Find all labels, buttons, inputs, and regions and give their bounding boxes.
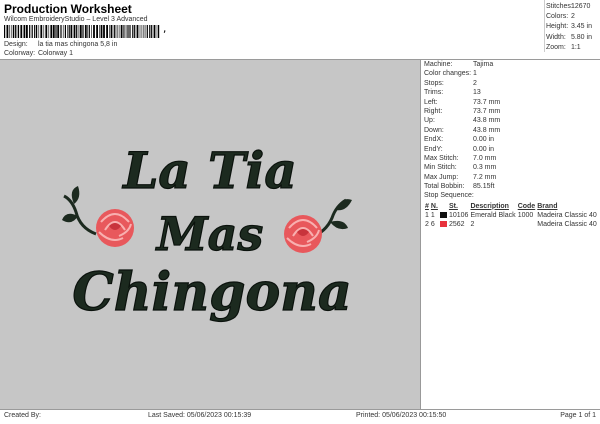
col-header: Code	[517, 202, 536, 210]
stat-zoom: Zoom: 1:1	[546, 43, 581, 51]
cell-description: 2	[470, 220, 475, 228]
barcode-text: ,	[162, 25, 168, 35]
color-swatch	[439, 212, 447, 219]
col-header: N.	[430, 202, 438, 210]
design-value: la tia mas chingona 5,8 in	[37, 41, 118, 48]
colorway-row: Colorway: Colorway 1	[4, 50, 73, 57]
col-header	[439, 202, 448, 211]
info-total-bobbin: Total Bobbin: 85.15ft	[424, 183, 495, 191]
colorway-label: Colorway:	[4, 50, 36, 57]
cell-code: 1000	[517, 211, 534, 219]
stat-colors: Colors: 2	[546, 13, 575, 21]
cell-stitches: 2562	[448, 220, 465, 228]
colorway-value: Colorway 1	[37, 50, 73, 57]
info-stops: Stops: 2	[424, 79, 477, 87]
cell-brand: Madeira Classic 40	[537, 211, 597, 219]
color-swatch	[439, 221, 447, 228]
stats-divider	[544, 0, 545, 52]
barcode-icon	[4, 25, 160, 38]
right-rose-icon	[283, 214, 323, 254]
design-row: Design: la tia mas chingona 5,8 in	[4, 41, 117, 48]
embroidery-design: La Tia Mas Chingona	[62, 140, 352, 324]
info-up: Up: 43.8 mm	[424, 117, 501, 125]
footer-created-by: Created By:	[4, 412, 41, 419]
cell-brand: Madeira Classic 40	[537, 220, 597, 228]
left-rose-icon	[95, 208, 135, 248]
cell-swatch	[439, 211, 448, 220]
page-title: Production Worksheet	[4, 2, 132, 16]
info-panel: Machine: Tajima Color changes: 1 Stops: 2 T…	[424, 60, 600, 229]
cell-code	[517, 220, 537, 229]
stop-sequence-title: Stop Sequence:	[424, 192, 474, 200]
footer-divider	[0, 409, 600, 410]
stat-width: Width: 5.80 in	[546, 33, 592, 41]
cell-n: 1	[430, 211, 435, 219]
info-min-stitch: Min Stitch: 0.3 mm	[424, 164, 497, 172]
cell-swatch	[439, 220, 448, 229]
stats-panel: Stitches: 12670 Colors: 2 Height: 3.45 i…	[546, 2, 592, 53]
footer-last-saved: Last Saved: 05/06/2023 00:15:39	[148, 412, 252, 419]
table-row: 2 6 2562 2 Madeira Classic 40	[424, 220, 598, 229]
design-line-1: La Tia	[121, 141, 297, 200]
info-machine: Machine: Tajima	[424, 61, 494, 68]
info-right: Right: 73.7 mm	[424, 107, 501, 115]
cell-n: 6	[430, 220, 435, 228]
table-header-row: # N. St. Description Code Brand	[424, 202, 598, 211]
info-down: Down: 43.8 mm	[424, 126, 501, 134]
col-header: Brand	[537, 202, 558, 210]
info-max-jump: Max Jump: 7.2 mm	[424, 173, 497, 181]
info-endy: EndY: 0.00 in	[424, 145, 495, 153]
footer-page: Page 1 of 1	[560, 412, 596, 419]
stat-height: Height: 3.45 in	[546, 23, 592, 31]
left-stem-icon	[62, 186, 97, 236]
software-name: Wilcom EmbroideryStudio – Level 3 Advanc…	[4, 16, 148, 23]
cell-description: Emerald Black	[470, 211, 516, 219]
design-label: Design:	[4, 41, 28, 48]
info-color-changes: Color changes: 1	[424, 70, 477, 78]
design-preview: La Tia Mas Chingona	[0, 60, 421, 409]
stop-sequence-table: # N. St. Description Code Brand 1 1 1010…	[424, 202, 598, 229]
info-max-stitch: Max Stitch: 7.0 mm	[424, 154, 497, 162]
info-trims: Trims: 13	[424, 89, 481, 97]
table-row: 1 1 10106 Emerald Black 1000 Madeira Cla…	[424, 211, 598, 220]
cell-stitches: 10106	[448, 211, 469, 219]
design-line-2: Mas	[155, 207, 264, 261]
info-left: Left: 73.7 mm	[424, 98, 501, 106]
design-line-3: Chingona	[72, 262, 351, 323]
stat-stitches: Stitches: 12670	[546, 3, 591, 10]
info-endx: EndX: 0.00 in	[424, 136, 495, 144]
footer-printed: Printed: 05/06/2023 00:15:50	[356, 412, 447, 419]
col-header: St.	[448, 202, 458, 210]
col-header: Description	[470, 202, 509, 210]
